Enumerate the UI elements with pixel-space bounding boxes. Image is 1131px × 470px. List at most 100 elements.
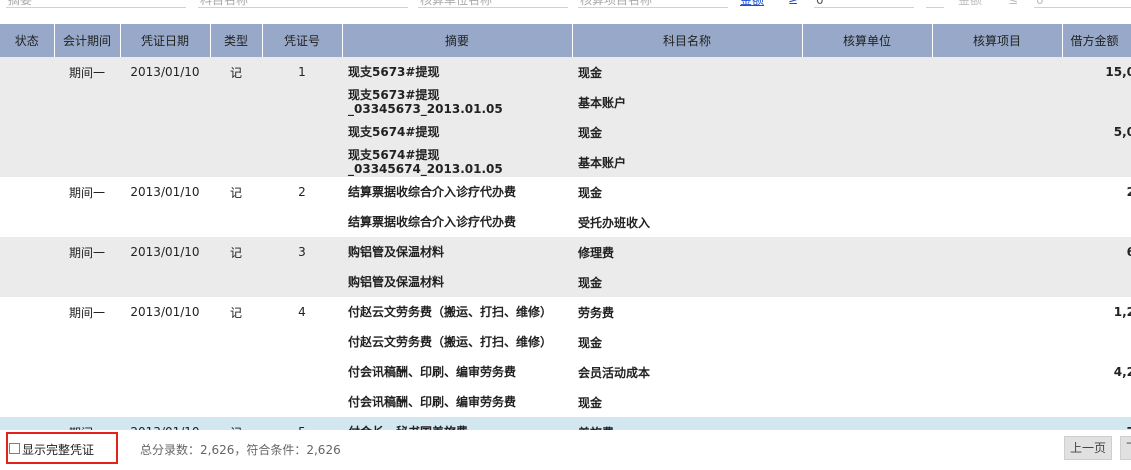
footer-bar: 显示完整凭证 总分录数：2,626，符合条件：2,626 上一页 下 (0, 430, 1131, 470)
account-filter-input[interactable]: 科目名称 (198, 0, 408, 8)
cell-date (120, 87, 210, 117)
cell-unit (802, 117, 932, 147)
cell-unit (802, 417, 932, 430)
cell-account: 现金 (572, 267, 802, 297)
cell-type (210, 147, 262, 177)
cell-type: 记 (229, 185, 242, 200)
cell-voucher-no: 3 (262, 237, 342, 267)
table-row[interactable]: 期间一 2013/01/10 记 1 现支5673#提现 现金 15,0 (0, 57, 1131, 87)
cell-period (54, 147, 120, 177)
cell-date: 2013/01/10 (130, 185, 200, 199)
cell-item (932, 207, 1062, 237)
amount-filter-link[interactable]: 金额 (740, 0, 764, 8)
table-row[interactable]: 期间一 2013/01/10 记 2 结算票据收综合介入诊疗代办费 现金 2 (0, 177, 1131, 207)
unit-filter-input[interactable]: 核算单位名称 (418, 0, 568, 8)
cell-type: 记 (210, 57, 262, 87)
cell-account: 现金 (578, 185, 603, 200)
column-header-unit[interactable]: 核算单位 (802, 24, 933, 57)
cell-period (54, 87, 120, 117)
cell-summary: 现支5674#提现 (342, 117, 572, 147)
cell-debit: 5,0 (1062, 117, 1131, 147)
cell-account: 受托办班收入 (578, 215, 651, 230)
cell-unit (802, 297, 932, 327)
cell-type: 记 (229, 305, 242, 320)
table-row[interactable]: 付会讯稿酬、印刷、编审劳务费 现金 (0, 387, 1131, 417)
cell-status (0, 237, 54, 267)
cell-type: 记 (210, 237, 262, 267)
column-header-period[interactable]: 会计期间 (54, 24, 121, 57)
cell-type (210, 207, 262, 237)
cell-period: 期间一 (54, 417, 120, 430)
cell-account: 现金 (572, 57, 802, 87)
next-page-button[interactable]: 下 (1120, 436, 1131, 460)
table-row[interactable]: 现支5674#提现 _03345674_2013.01.05 基本账户 (0, 147, 1131, 177)
prev-page-button[interactable]: 上一页 (1064, 436, 1112, 460)
cell-item (932, 297, 1062, 327)
cell-item (932, 267, 1062, 297)
cell-debit: 6 (1062, 237, 1131, 267)
cell-period: 期间一 (54, 57, 120, 87)
cell-status (0, 267, 54, 297)
cell-status (0, 417, 54, 430)
cell-summary: 现支5673#提现 _03345673_2013.01.05 (342, 87, 572, 117)
cell-unit (802, 327, 932, 357)
cell-account: 劳务费 (578, 305, 615, 320)
amount-disabled-label: 金额 (958, 0, 983, 7)
cell-summary: 付会讯稿酬、印刷、编审劳务费 (348, 395, 517, 409)
cell-date (120, 207, 210, 237)
item-filter-input[interactable]: 核算项目名称 (578, 0, 728, 8)
cell-type (210, 327, 262, 357)
cell-unit (802, 387, 932, 417)
summary-filter-input[interactable]: 摘要 (6, 0, 186, 8)
column-header-debit[interactable]: 借方金额 (1062, 24, 1131, 57)
cell-summary: 付会长、秘书国差旅费 (342, 417, 572, 430)
table-row[interactable]: 付会讯稿酬、印刷、编审劳务费 会员活动成本 4,2 (0, 357, 1131, 387)
cell-date: 2013/01/10 (130, 305, 200, 319)
cell-voucher-no (262, 267, 342, 297)
cell-unit (802, 207, 932, 237)
cell-debit (1062, 87, 1131, 117)
column-header-date[interactable]: 凭证日期 (120, 24, 211, 57)
cell-status (0, 387, 54, 417)
cell-item (932, 417, 1062, 430)
cell-status (0, 357, 54, 387)
cell-status (0, 117, 54, 147)
column-header-account[interactable]: 科目名称 (572, 24, 803, 57)
cell-item (932, 57, 1062, 87)
cell-debit: 15,0 (1062, 57, 1131, 87)
cell-item (932, 327, 1062, 357)
amount-op-ge[interactable]: ≥ (788, 0, 798, 8)
cell-status (0, 147, 54, 177)
cell-status (0, 327, 54, 357)
cell-voucher-no (262, 327, 342, 357)
cell-status (0, 57, 54, 87)
cell-summary: 购铝管及保温材料 (342, 267, 572, 297)
amount-from-input[interactable]: 0 (814, 0, 914, 8)
table-row[interactable]: 结算票据收综合介入诊疗代办费 受托办班收入 (0, 207, 1131, 237)
table-row[interactable]: 期间一2013/01/10记5付会长、秘书国差旅费差旅费 7 (0, 417, 1131, 430)
cell-date (120, 267, 210, 297)
column-header-summary[interactable]: 摘要 (342, 24, 573, 57)
cell-period (54, 117, 120, 147)
voucher-table-container: 状态 会计期间 凭证日期 类型 凭证号 摘要 科目名称 核算单位 核算项目 借方… (0, 24, 1131, 430)
table-row[interactable]: 购铝管及保温材料 现金 (0, 267, 1131, 297)
column-header-status[interactable]: 状态 (0, 24, 55, 57)
cell-item (932, 357, 1062, 387)
table-row[interactable]: 现支5673#提现 _03345673_2013.01.05 基本账户 (0, 87, 1131, 117)
amount-spacer-input (926, 0, 944, 8)
cell-account: 现金 (578, 395, 603, 410)
cell-debit (1062, 327, 1131, 357)
column-header-type[interactable]: 类型 (210, 24, 263, 57)
column-header-voucher-no[interactable]: 凭证号 (262, 24, 343, 57)
cell-account: 基本账户 (572, 87, 802, 117)
table-row[interactable]: 现支5674#提现 现金 5,0 (0, 117, 1131, 147)
table-row[interactable]: 付赵云文劳务费（搬运、打扫、维修） 现金 (0, 327, 1131, 357)
table-row[interactable]: 期间一 2013/01/10 记 3 购铝管及保温材料 修理费 6 (0, 237, 1131, 267)
cell-type (210, 87, 262, 117)
show-full-voucher-checkbox[interactable] (9, 443, 20, 454)
table-row[interactable]: 期间一 2013/01/10 记 4 付赵云文劳务费（搬运、打扫、维修） 劳务费 1,2 (0, 297, 1131, 327)
column-header-item[interactable]: 核算项目 (932, 24, 1063, 57)
show-full-voucher-label[interactable]: 显示完整凭证 (22, 441, 94, 458)
cell-status (0, 297, 54, 327)
cell-period (54, 267, 120, 297)
